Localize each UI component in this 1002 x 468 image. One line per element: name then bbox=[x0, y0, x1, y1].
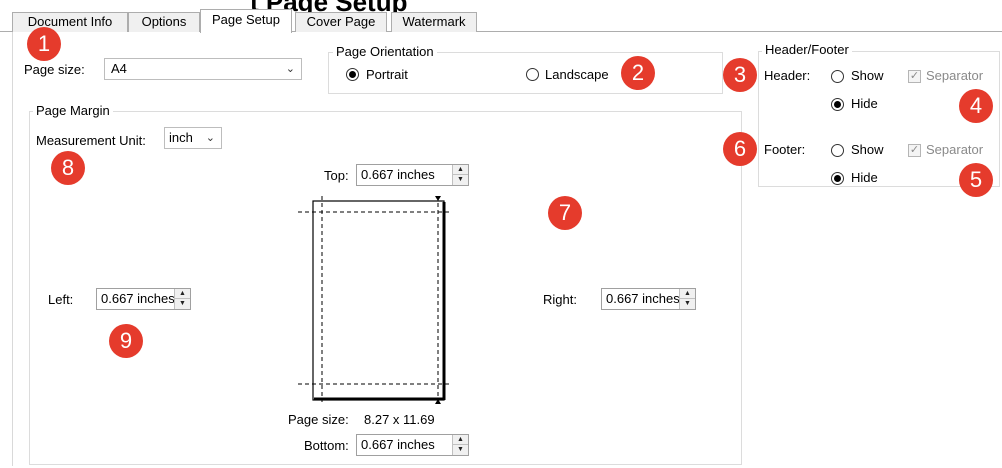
bottom-margin-label: Bottom: bbox=[304, 438, 349, 453]
spin-down-icon[interactable]: ▼ bbox=[453, 445, 468, 455]
callout-5: 5 bbox=[959, 163, 993, 197]
measurement-unit-value: inch bbox=[169, 130, 193, 145]
callout-1: 1 bbox=[27, 27, 61, 61]
spin-up-icon[interactable]: ▲ bbox=[453, 165, 468, 175]
portrait-radio[interactable] bbox=[346, 68, 359, 81]
measurement-unit-select[interactable]: inch ⌄ bbox=[164, 127, 222, 149]
callout-8: 8 bbox=[51, 151, 85, 185]
left-margin-value: 0.667 inches bbox=[101, 291, 175, 306]
callout-7: 7 bbox=[548, 196, 582, 230]
page-size-label: Page size: bbox=[24, 62, 85, 77]
callout-9: 9 bbox=[109, 324, 143, 358]
page-size-value: A4 bbox=[111, 61, 127, 76]
header-separator-label[interactable]: Separator bbox=[926, 68, 983, 84]
chevron-down-icon: ⌄ bbox=[205, 132, 215, 144]
left-margin-arrows: ▲ ▼ bbox=[174, 289, 190, 309]
right-margin-spinner[interactable]: 0.667 inches ▲ ▼ bbox=[601, 288, 696, 310]
callout-4: 4 bbox=[959, 89, 993, 123]
preview-page-size-label: Page size: bbox=[288, 412, 349, 427]
spin-down-icon[interactable]: ▼ bbox=[453, 175, 468, 185]
marker-down-icon bbox=[435, 196, 441, 201]
footer-label: Footer: bbox=[764, 142, 806, 157]
right-margin-value: 0.667 inches bbox=[606, 291, 680, 306]
tab-document-info[interactable]: Document Info bbox=[12, 12, 128, 32]
measurement-unit-label: Measurement Unit: bbox=[36, 133, 146, 148]
top-margin-label: Top: bbox=[324, 168, 349, 183]
tab-bar: Document Info Options Page Setup Cover P… bbox=[0, 0, 1002, 33]
header-footer-title: Header/Footer bbox=[762, 43, 852, 57]
header-label: Header: bbox=[764, 68, 811, 83]
right-margin-label: Right: bbox=[543, 292, 577, 307]
footer-show-label[interactable]: Show bbox=[851, 142, 884, 158]
bottom-margin-spinner[interactable]: 0.667 inches ▲ ▼ bbox=[356, 434, 469, 456]
tab-cover-page[interactable]: Cover Page bbox=[295, 12, 387, 32]
bottom-margin-arrows: ▲ ▼ bbox=[452, 435, 468, 455]
portrait-label[interactable]: Portrait bbox=[366, 67, 408, 83]
top-margin-value: 0.667 inches bbox=[361, 167, 435, 182]
tab-watermark[interactable]: Watermark bbox=[391, 12, 477, 32]
header-show-radio[interactable] bbox=[831, 70, 844, 83]
landscape-label[interactable]: Landscape bbox=[545, 67, 609, 83]
spin-up-icon[interactable]: ▲ bbox=[453, 435, 468, 445]
header-separator-checkbox[interactable]: ✓ bbox=[908, 70, 921, 83]
footer-hide-label[interactable]: Hide bbox=[851, 170, 878, 186]
preview-page-size-value: 8.27 x 11.69 bbox=[364, 412, 435, 427]
page-margin-title: Page Margin bbox=[33, 104, 113, 118]
header-hide-label[interactable]: Hide bbox=[851, 96, 878, 112]
top-margin-spinner[interactable]: 0.667 inches ▲ ▼ bbox=[356, 164, 469, 186]
page-size-select[interactable]: A4 ⌄ bbox=[104, 58, 302, 80]
header-hide-radio[interactable] bbox=[831, 98, 844, 111]
chevron-down-icon: ⌄ bbox=[285, 63, 295, 75]
spin-up-icon[interactable]: ▲ bbox=[175, 289, 190, 299]
callout-3: 3 bbox=[723, 58, 757, 92]
left-margin-label: Left: bbox=[48, 292, 74, 307]
header-show-label[interactable]: Show bbox=[851, 68, 884, 84]
tab-options[interactable]: Options bbox=[128, 12, 200, 32]
landscape-radio[interactable] bbox=[526, 68, 539, 81]
callout-2: 2 bbox=[621, 56, 655, 90]
spin-up-icon[interactable]: ▲ bbox=[680, 289, 695, 299]
footer-separator-checkbox[interactable]: ✓ bbox=[908, 144, 921, 157]
tab-page-setup[interactable]: Page Setup bbox=[200, 9, 292, 33]
footer-show-radio[interactable] bbox=[831, 144, 844, 157]
top-margin-arrows: ▲ ▼ bbox=[452, 165, 468, 185]
left-margin-spinner[interactable]: 0.667 inches ▲ ▼ bbox=[96, 288, 191, 310]
bottom-margin-value: 0.667 inches bbox=[361, 437, 435, 452]
page-orientation-title: Page Orientation bbox=[333, 45, 437, 59]
right-margin-arrows: ▲ ▼ bbox=[679, 289, 695, 309]
spin-down-icon[interactable]: ▼ bbox=[680, 299, 695, 309]
page-preview bbox=[298, 196, 452, 404]
footer-separator-label[interactable]: Separator bbox=[926, 142, 983, 158]
footer-hide-radio[interactable] bbox=[831, 172, 844, 185]
callout-6: 6 bbox=[723, 132, 757, 166]
spin-down-icon[interactable]: ▼ bbox=[175, 299, 190, 309]
